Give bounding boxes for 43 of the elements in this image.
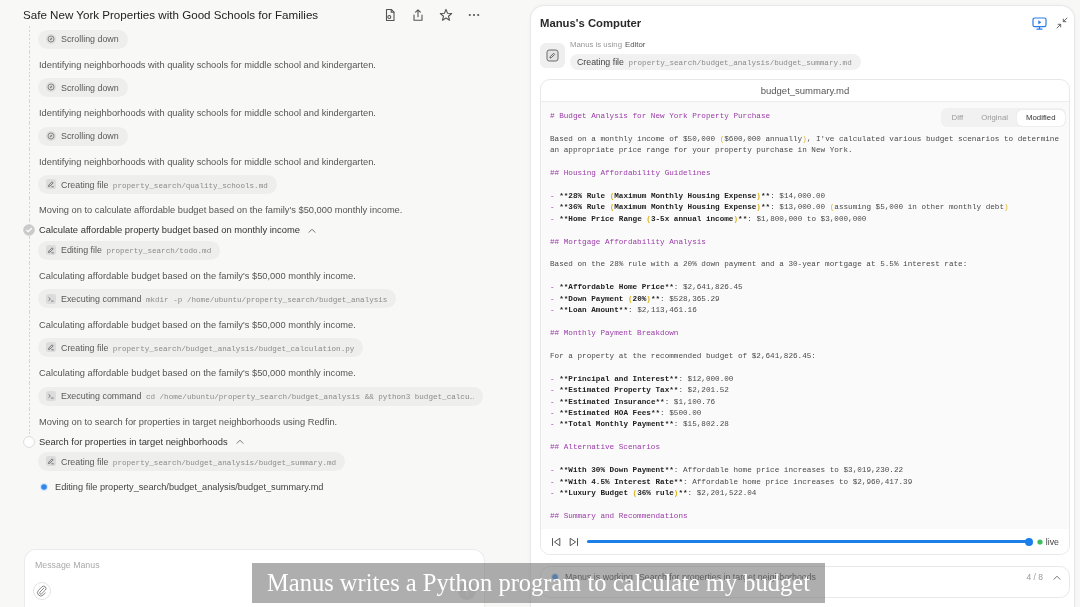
skip-back-icon[interactable] xyxy=(551,536,561,547)
log-message: Moving on to search for properties in target neighborhoods using Redfin. xyxy=(39,415,339,428)
pen-icon xyxy=(46,179,56,190)
step-counter: 4 / 8 xyxy=(1026,571,1043,583)
pen-icon xyxy=(540,43,565,68)
step-title[interactable]: Calculate affordable property budget based on monthly income xyxy=(39,224,300,237)
pen-icon xyxy=(46,245,56,256)
compass-icon xyxy=(46,33,56,44)
action-chip[interactable]: Scrolling down xyxy=(38,126,128,146)
chevron-up-icon[interactable] xyxy=(307,227,316,233)
live-label: live xyxy=(1045,535,1059,548)
log-message: Calculating affordable budget based on the family's $50,000 monthly income. xyxy=(39,269,357,282)
chevron-up-icon[interactable] xyxy=(235,439,244,445)
skip-forward-icon[interactable] xyxy=(569,536,579,547)
log-message: Identifying neighborhoods with quality schools for middle school and kindergarten. xyxy=(39,107,377,120)
action-chip[interactable]: Scrolling down xyxy=(38,29,128,49)
document-icon[interactable] xyxy=(383,8,397,22)
log-message: Identifying neighborhoods with quality schools for middle school and kindergarten. xyxy=(39,58,377,71)
chevron-up-icon[interactable] xyxy=(1053,574,1061,580)
live-dot-icon xyxy=(1036,538,1043,545)
arrows-inward-icon[interactable] xyxy=(1056,17,1068,29)
compass-icon xyxy=(46,130,56,141)
terminal-icon xyxy=(46,293,56,304)
file-name: budget_summary.md xyxy=(760,84,850,97)
paperclip-icon[interactable] xyxy=(33,582,51,600)
log-message: Moving on to calculate affordable budget based on the family's $50,000 monthly income. xyxy=(39,204,404,217)
live-status-text: Editing file property_search/budget_analysis/budget_summary.md xyxy=(55,481,324,494)
compass-icon xyxy=(46,82,56,93)
step-title[interactable]: Search for properties in target neighborhoods xyxy=(39,435,228,448)
pen-icon xyxy=(46,342,56,353)
share-icon[interactable] xyxy=(411,8,425,22)
action-chip[interactable]: Scrolling down xyxy=(38,78,128,98)
log-message: Identifying neighborhoods with quality schools for middle school and kindergarten. xyxy=(39,155,377,168)
timeline-handle[interactable] xyxy=(1024,537,1033,546)
log-message: Calculating affordable budget based on the family's $50,000 monthly income. xyxy=(39,367,357,380)
panel-title: Manus's Computer xyxy=(540,16,642,31)
pen-icon xyxy=(46,456,56,467)
log-message: Calculating affordable budget based on the family's $50,000 monthly income. xyxy=(39,318,357,331)
monitor-icon[interactable] xyxy=(1032,16,1047,30)
terminal-icon xyxy=(46,390,56,401)
task-title: Safe New York Properties with Good Schools for Families xyxy=(23,8,319,22)
star-icon[interactable] xyxy=(439,8,453,22)
status-dot-icon xyxy=(40,483,48,492)
